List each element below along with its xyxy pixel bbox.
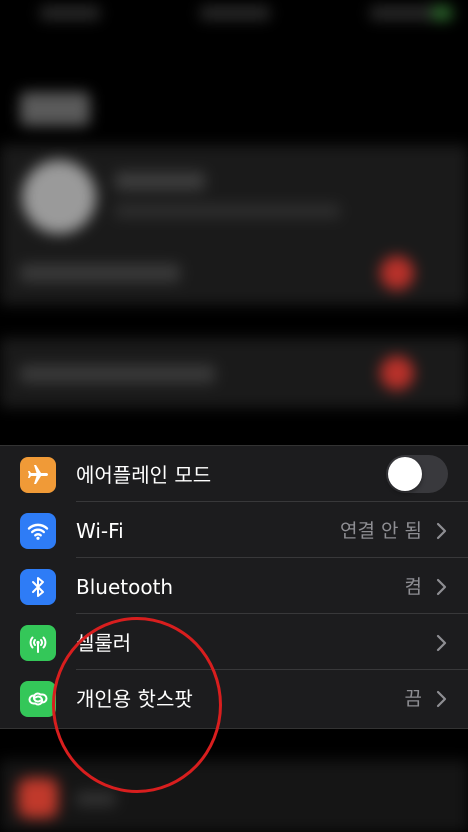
setting-row-airplane[interactable]: 에어플레인 모드: [0, 446, 468, 502]
cellular-icon: [20, 625, 56, 661]
setting-row-wifi[interactable]: Wi-Fi 연결 안 됨: [0, 502, 468, 558]
chevron-right-icon: [436, 578, 447, 596]
bluetooth-icon: [20, 569, 56, 605]
status-battery: [370, 6, 452, 20]
wifi-icon: [20, 513, 56, 549]
hotspot-icon: [20, 681, 56, 717]
notifications-label-blurred: [76, 792, 116, 806]
airplane-icon: [20, 457, 56, 493]
setting-label-bluetooth: Bluetooth: [76, 575, 174, 599]
chevron-right-icon: [436, 690, 447, 708]
chevron-right-icon: [436, 522, 447, 540]
notification-badge: [380, 256, 414, 290]
profile-row-blurred: [20, 264, 180, 282]
setting-label-wifi: Wi-Fi: [76, 519, 124, 543]
toggle-knob: [388, 457, 422, 491]
setting-row-hotspot[interactable]: 개인용 핫스팟 끔: [0, 670, 468, 726]
profile-subtitle-blurred: [115, 204, 340, 218]
update-row-blurred: [20, 365, 215, 383]
status-carrier: [200, 6, 270, 20]
update-badge: [380, 356, 414, 390]
setting-label-hotspot: 개인용 핫스팟: [76, 687, 193, 711]
profile-name-blurred: [115, 172, 205, 190]
chevron-right-icon: [436, 634, 447, 652]
hotspot-status-value: 끔: [404, 688, 422, 710]
setting-row-cellular[interactable]: 셀룰러: [0, 614, 468, 670]
setting-label-airplane: 에어플레인 모드: [76, 463, 212, 487]
setting-row-bluetooth[interactable]: Bluetooth 켬: [0, 558, 468, 614]
bluetooth-status-value: 켬: [404, 576, 422, 598]
notifications-icon: [18, 778, 58, 818]
connectivity-settings-group: 에어플레인 모드 Wi-Fi 연결 안 됨 Bluetooth 켬 셀룰러 개인…: [0, 445, 468, 729]
status-time: [40, 6, 100, 20]
avatar: [22, 160, 96, 234]
wifi-status-value: 연결 안 됨: [340, 520, 422, 542]
setting-label-cellular: 셀룰러: [76, 631, 132, 655]
airplane-mode-toggle[interactable]: [386, 455, 448, 493]
lower-group-blurred: [0, 760, 468, 832]
settings-title-blurred: [20, 92, 90, 126]
